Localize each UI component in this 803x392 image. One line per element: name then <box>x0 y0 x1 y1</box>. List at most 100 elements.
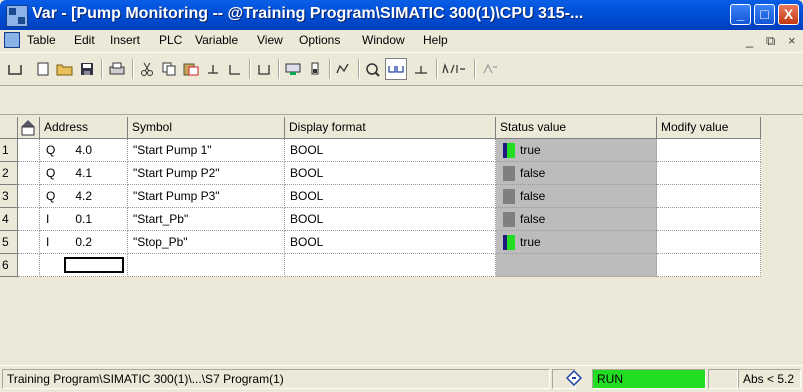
display-format-cell[interactable]: BOOL <box>285 185 496 208</box>
header-status-value[interactable]: Status value <box>496 117 657 139</box>
header-modify-value[interactable]: Modify value <box>657 117 761 139</box>
minimize-button[interactable]: _ <box>730 4 751 25</box>
status-text: true <box>520 235 541 249</box>
display-format-icon[interactable] <box>440 58 468 80</box>
menu-insert[interactable]: Insert <box>110 33 140 47</box>
menu-options[interactable]: Options <box>299 33 340 47</box>
symbol-cell[interactable]: "Start Pump P3" <box>128 185 285 208</box>
toolbar-separator <box>329 59 331 79</box>
undo-icon[interactable] <box>202 58 224 80</box>
display-format-cell[interactable] <box>285 254 496 277</box>
table-row[interactable]: 1 Q 4.0 "Start Pump 1" BOOL true <box>0 139 761 162</box>
table-row[interactable]: 6 <box>0 254 761 277</box>
symbol-flag-cell <box>18 139 40 162</box>
toolbar-separator <box>278 59 280 79</box>
row-number[interactable]: 5 <box>0 231 18 254</box>
menu-variable[interactable]: Variable <box>195 33 238 47</box>
address-cell[interactable]: Q 4.1 <box>40 162 128 185</box>
find-icon[interactable] <box>253 58 275 80</box>
menu-table[interactable]: Table <box>27 33 56 47</box>
display-format-cell[interactable]: BOOL <box>285 231 496 254</box>
status-bar: Training Program\SIMATIC 300(1)\...\S7 P… <box>0 365 803 392</box>
doc-minimize-button[interactable]: _ <box>746 33 753 48</box>
row-number[interactable]: 2 <box>0 162 18 185</box>
address-cell[interactable]: I 0.2 <box>40 231 128 254</box>
header-address[interactable]: Address <box>40 117 128 139</box>
active-edit-cell[interactable] <box>64 257 124 273</box>
close-button[interactable]: X <box>778 4 799 25</box>
help-icon[interactable] <box>479 58 501 80</box>
doc-close-button[interactable]: × <box>788 33 796 48</box>
address-number: 4.2 <box>75 189 92 203</box>
force-icon[interactable] <box>410 58 432 80</box>
status-indicator <box>503 166 515 181</box>
modify-value-cell[interactable] <box>657 162 761 185</box>
address-cell[interactable]: Q 4.0 <box>40 139 128 162</box>
monitor-online-icon[interactable] <box>282 58 304 80</box>
table-row[interactable]: 2 Q 4.1 "Start Pump P2" BOOL false <box>0 162 761 185</box>
address-type: I <box>46 212 50 226</box>
menu-help[interactable]: Help <box>423 33 448 47</box>
row-number[interactable]: 4 <box>0 208 18 231</box>
title-bar[interactable]: Var - [Pump Monitoring -- @Training Prog… <box>0 0 803 30</box>
display-format-cell[interactable]: BOOL <box>285 162 496 185</box>
status-indicator <box>503 235 515 250</box>
toolbar <box>0 52 803 86</box>
new-table-icon[interactable] <box>32 58 54 80</box>
document-icon[interactable] <box>4 32 20 48</box>
trigger-icon[interactable] <box>304 58 326 80</box>
modify-value-cell[interactable] <box>657 231 761 254</box>
symbol-column-header[interactable] <box>18 117 40 139</box>
symbol-cell[interactable] <box>128 254 285 277</box>
paste-icon[interactable] <box>180 58 202 80</box>
table-row[interactable]: 5 I 0.2 "Stop_Pb" BOOL true <box>0 231 761 254</box>
print-icon[interactable] <box>106 58 128 80</box>
maximize-icon: □ <box>760 6 769 22</box>
modify-value-cell[interactable] <box>657 185 761 208</box>
status-value-cell: false <box>496 162 657 185</box>
copy-icon[interactable] <box>158 58 180 80</box>
address-type: Q <box>46 189 56 203</box>
symbol-flag-cell <box>18 231 40 254</box>
menu-view[interactable]: View <box>257 33 283 47</box>
row-number[interactable]: 6 <box>0 254 18 277</box>
online-diamond-icon <box>566 369 592 389</box>
row-number[interactable]: 3 <box>0 185 18 208</box>
address-cell[interactable]: I 0.1 <box>40 208 128 231</box>
menu-window[interactable]: Window <box>362 33 405 47</box>
monitor-icon[interactable] <box>333 58 355 80</box>
close-icon: X <box>783 6 794 22</box>
insert-row-icon[interactable] <box>4 58 26 80</box>
toolbar-separator <box>101 59 103 79</box>
modify-value-cell[interactable] <box>657 254 761 277</box>
header-symbol[interactable]: Symbol <box>128 117 285 139</box>
row-number[interactable]: 1 <box>0 139 18 162</box>
display-format-cell[interactable]: BOOL <box>285 208 496 231</box>
modify-value-cell[interactable] <box>657 208 761 231</box>
symbol-cell[interactable]: "Start_Pb" <box>128 208 285 231</box>
status-indicator <box>503 189 515 204</box>
table-row[interactable]: 4 I 0.1 "Start_Pb" BOOL false <box>0 208 761 231</box>
doc-restore-button[interactable]: ⧉ <box>766 33 775 49</box>
modify-value-cell[interactable] <box>657 139 761 162</box>
symbol-cell[interactable]: "Stop_Pb" <box>128 231 285 254</box>
app-icon[interactable] <box>6 5 28 27</box>
modify-icon[interactable] <box>362 58 384 80</box>
symbol-cell[interactable]: "Start Pump P2" <box>128 162 285 185</box>
toolbar-separator <box>358 59 360 79</box>
address-cell[interactable] <box>40 254 128 277</box>
cut-icon[interactable] <box>136 58 158 80</box>
address-number: 4.1 <box>75 166 92 180</box>
save-icon[interactable] <box>76 58 98 80</box>
display-format-cell[interactable]: BOOL <box>285 139 496 162</box>
maximize-button[interactable]: □ <box>754 4 775 25</box>
open-icon[interactable] <box>54 58 76 80</box>
header-display-format[interactable]: Display format <box>285 117 496 139</box>
symbol-cell[interactable]: "Start Pump 1" <box>128 139 285 162</box>
update-icon[interactable] <box>385 58 407 80</box>
redo-icon[interactable] <box>224 58 246 80</box>
menu-edit[interactable]: Edit <box>74 33 95 47</box>
address-cell[interactable]: Q 4.2 <box>40 185 128 208</box>
menu-plc[interactable]: PLC <box>159 33 182 47</box>
table-row[interactable]: 3 Q 4.2 "Start Pump P3" BOOL false <box>0 185 761 208</box>
